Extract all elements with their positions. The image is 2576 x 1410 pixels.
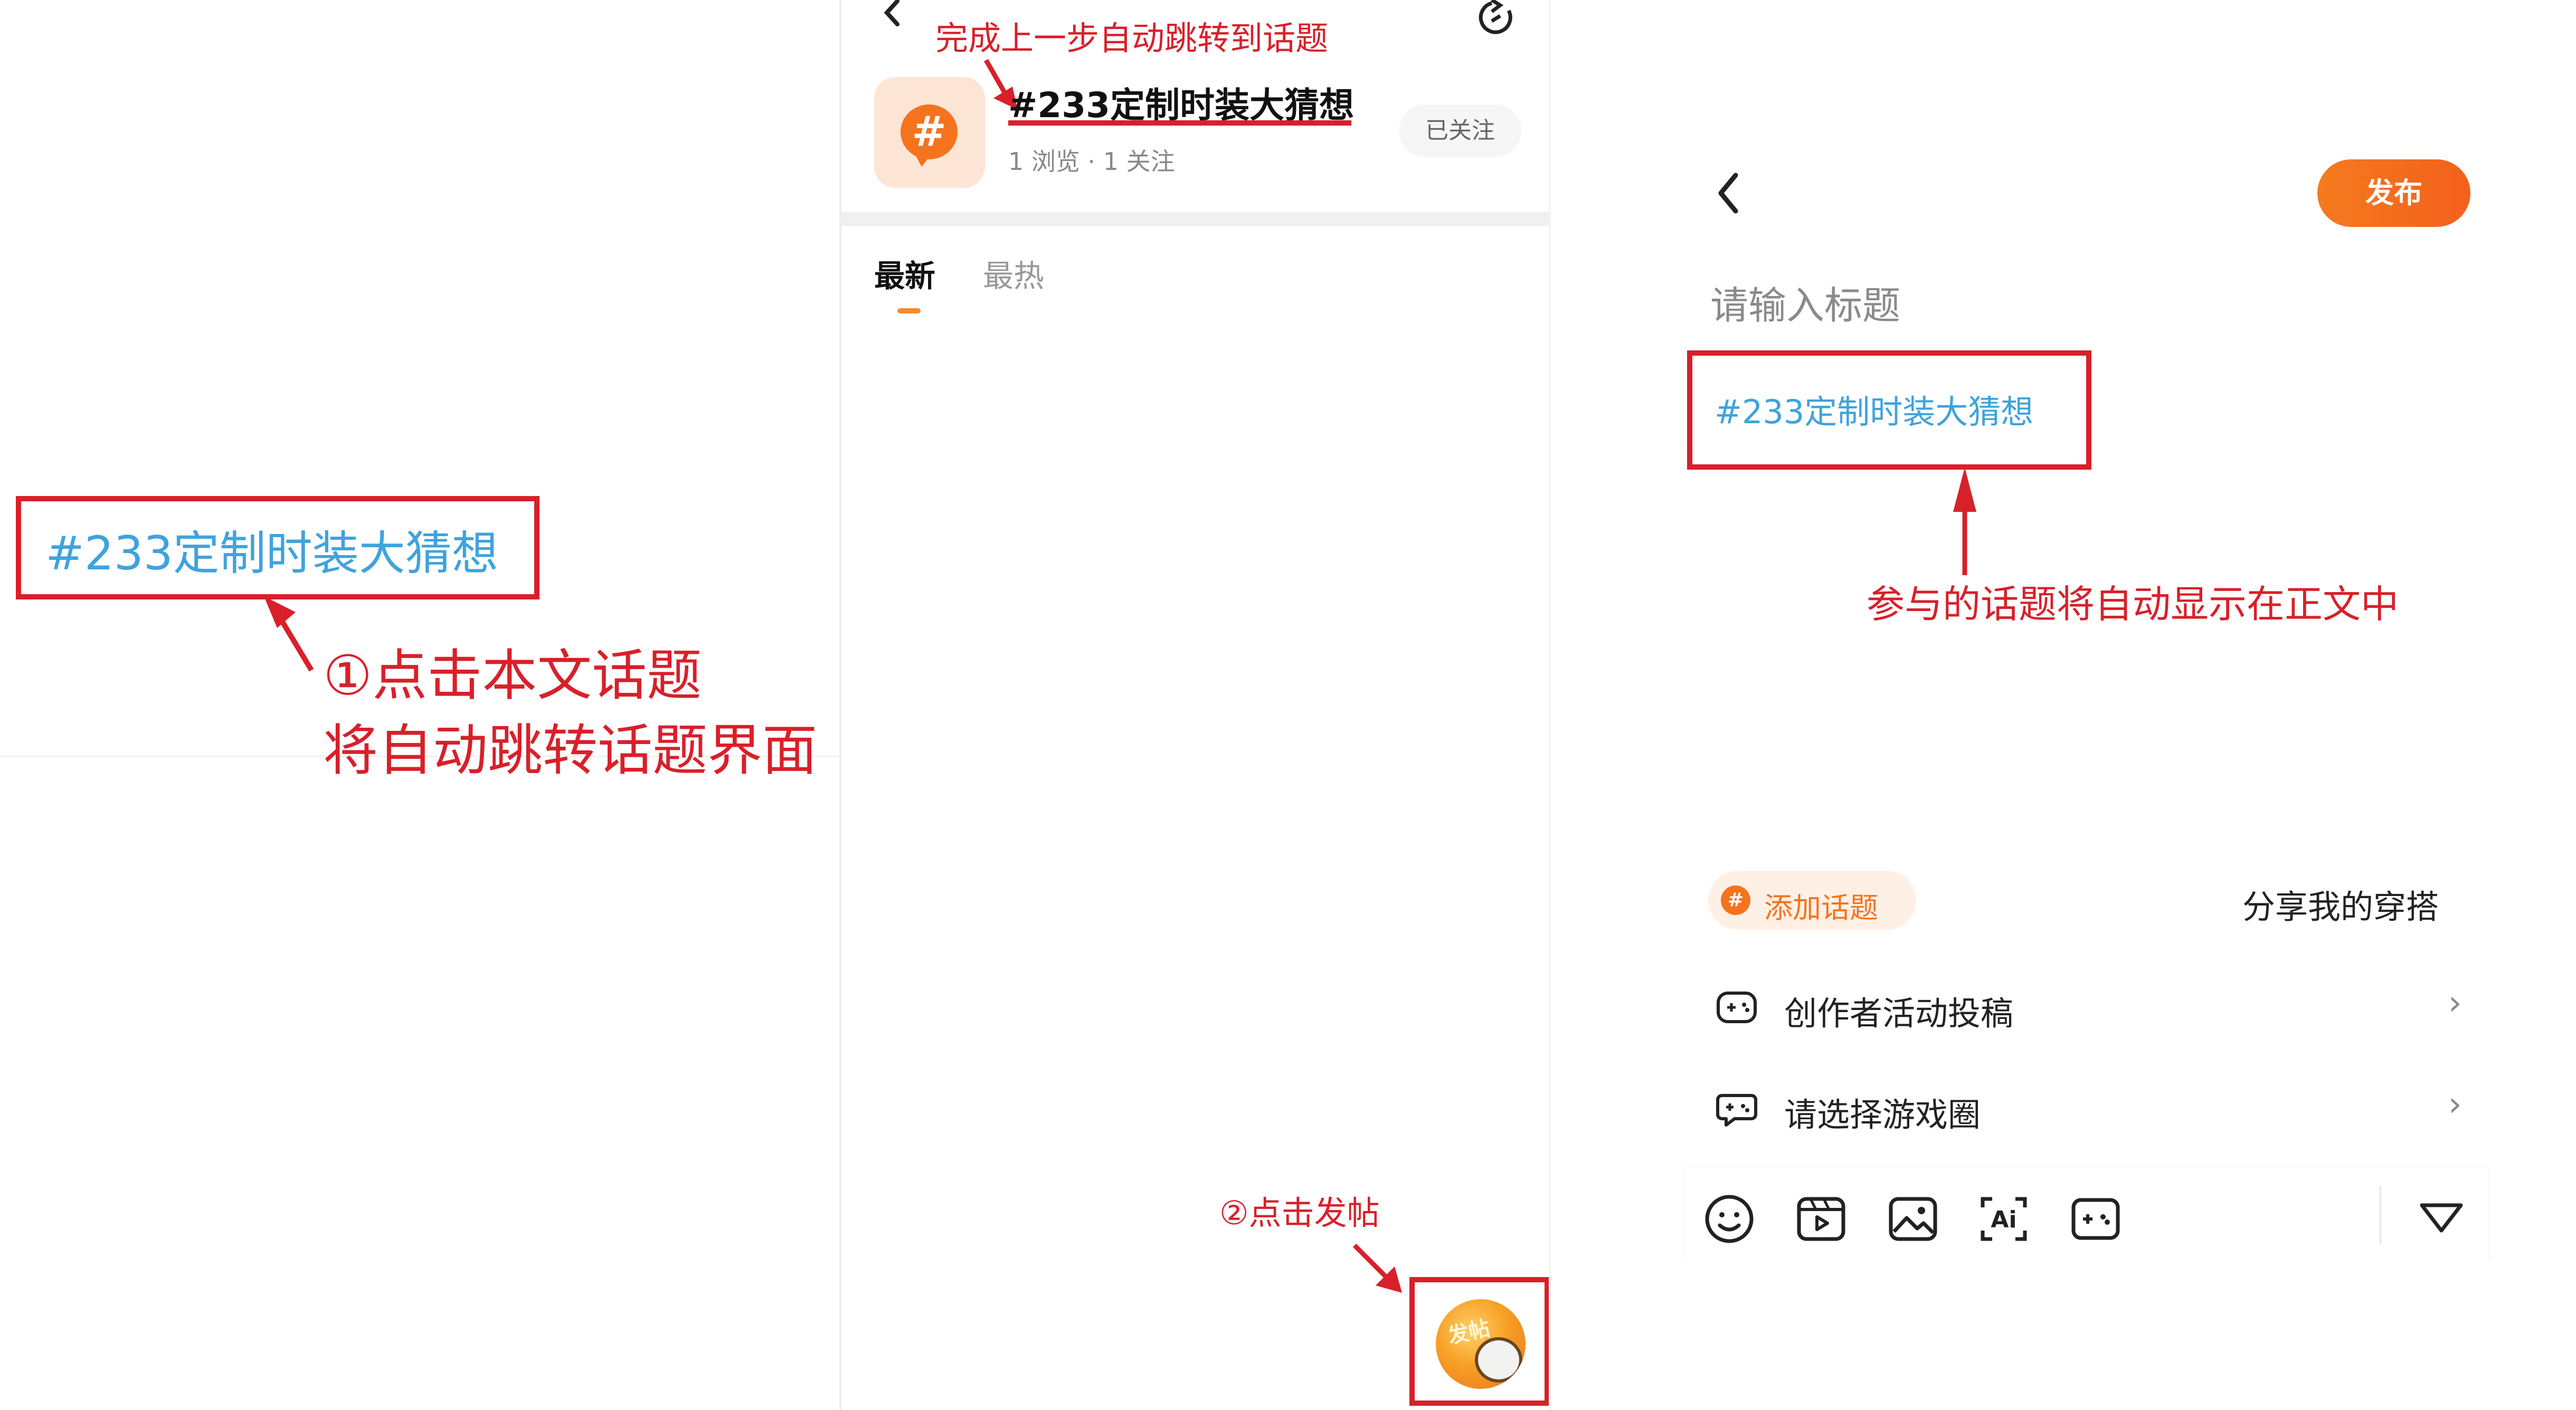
right-annotation: 参与的话题将自动显示在正文中 bbox=[1867, 582, 2399, 626]
creator-activity-row-label[interactable]: 创作者活动投稿 bbox=[1784, 987, 2013, 1034]
game-circle-icon bbox=[1716, 1094, 1757, 1127]
creator-activity-chevron-icon[interactable]: › bbox=[2448, 984, 2462, 1023]
post-fab-button[interactable]: 发帖 bbox=[1436, 1299, 1526, 1389]
left-annotation-line2: 将自动跳转话题界面 bbox=[323, 718, 818, 783]
back-chevron-icon[interactable] bbox=[876, 0, 908, 32]
emoji-icon[interactable] bbox=[1703, 1193, 1756, 1245]
collapse-icon[interactable] bbox=[2418, 1197, 2465, 1239]
toolbar-separator bbox=[2380, 1186, 2381, 1244]
post-annotation-arrow bbox=[1352, 1243, 1402, 1293]
left-annotation-arrow bbox=[264, 596, 314, 672]
gamepad-icon bbox=[1717, 992, 1757, 1023]
topic-stats: 1 浏览 · 1 关注 bbox=[1008, 147, 1175, 176]
add-topic-button[interactable]: # 添加话题 bbox=[1708, 871, 1916, 930]
hashtag-icon: # bbox=[1721, 885, 1750, 915]
panel-divider-left bbox=[839, 0, 841, 1410]
tab-hottest[interactable]: 最热 bbox=[983, 251, 1044, 296]
share-outfit-suggestion[interactable]: 分享我的穿搭 bbox=[2242, 880, 2439, 928]
hashtag-bubble-icon: # bbox=[901, 104, 958, 167]
topic-title-underline bbox=[1008, 120, 1351, 126]
game-icon[interactable] bbox=[2069, 1193, 2122, 1245]
body-topic-tag[interactable]: #233定制时装大猜想 bbox=[1715, 385, 2033, 433]
left-annotation-line1: ①点击本文话题 bbox=[323, 643, 702, 708]
mascot-icon bbox=[1475, 1337, 1522, 1383]
topic-avatar: # bbox=[874, 77, 985, 188]
tab-latest[interactable]: 最新 bbox=[874, 251, 935, 296]
share-refresh-icon[interactable] bbox=[1476, 0, 1518, 37]
title-input[interactable]: 请输入标题 bbox=[1710, 274, 1900, 330]
panel-divider-right bbox=[1549, 0, 1551, 1410]
middle-annotation-top: 完成上一步自动跳转到话题 bbox=[935, 19, 1329, 58]
publish-button[interactable]: 发布 bbox=[2317, 159, 2470, 227]
add-topic-label: 添加话题 bbox=[1764, 891, 1878, 925]
followed-button[interactable]: 已关注 bbox=[1399, 104, 1521, 157]
editor-back-icon[interactable] bbox=[1712, 170, 1744, 217]
left-topic-tag-link[interactable]: #233定制时装大猜想 bbox=[45, 516, 498, 583]
active-tab-indicator bbox=[897, 308, 921, 313]
right-annotation-arrow bbox=[1953, 468, 1976, 575]
header-separator-band bbox=[841, 212, 1549, 226]
game-circle-row-label[interactable]: 请选择游戏圈 bbox=[1784, 1088, 1981, 1136]
video-icon[interactable] bbox=[1795, 1193, 1848, 1245]
game-circle-chevron-icon[interactable]: › bbox=[2448, 1085, 2462, 1124]
ai-icon[interactable]: Ai bbox=[1977, 1193, 2030, 1245]
svg-text:Ai: Ai bbox=[1991, 1206, 2016, 1233]
image-icon[interactable] bbox=[1887, 1193, 1939, 1245]
post-annotation: ②点击发帖 bbox=[1219, 1194, 1380, 1232]
